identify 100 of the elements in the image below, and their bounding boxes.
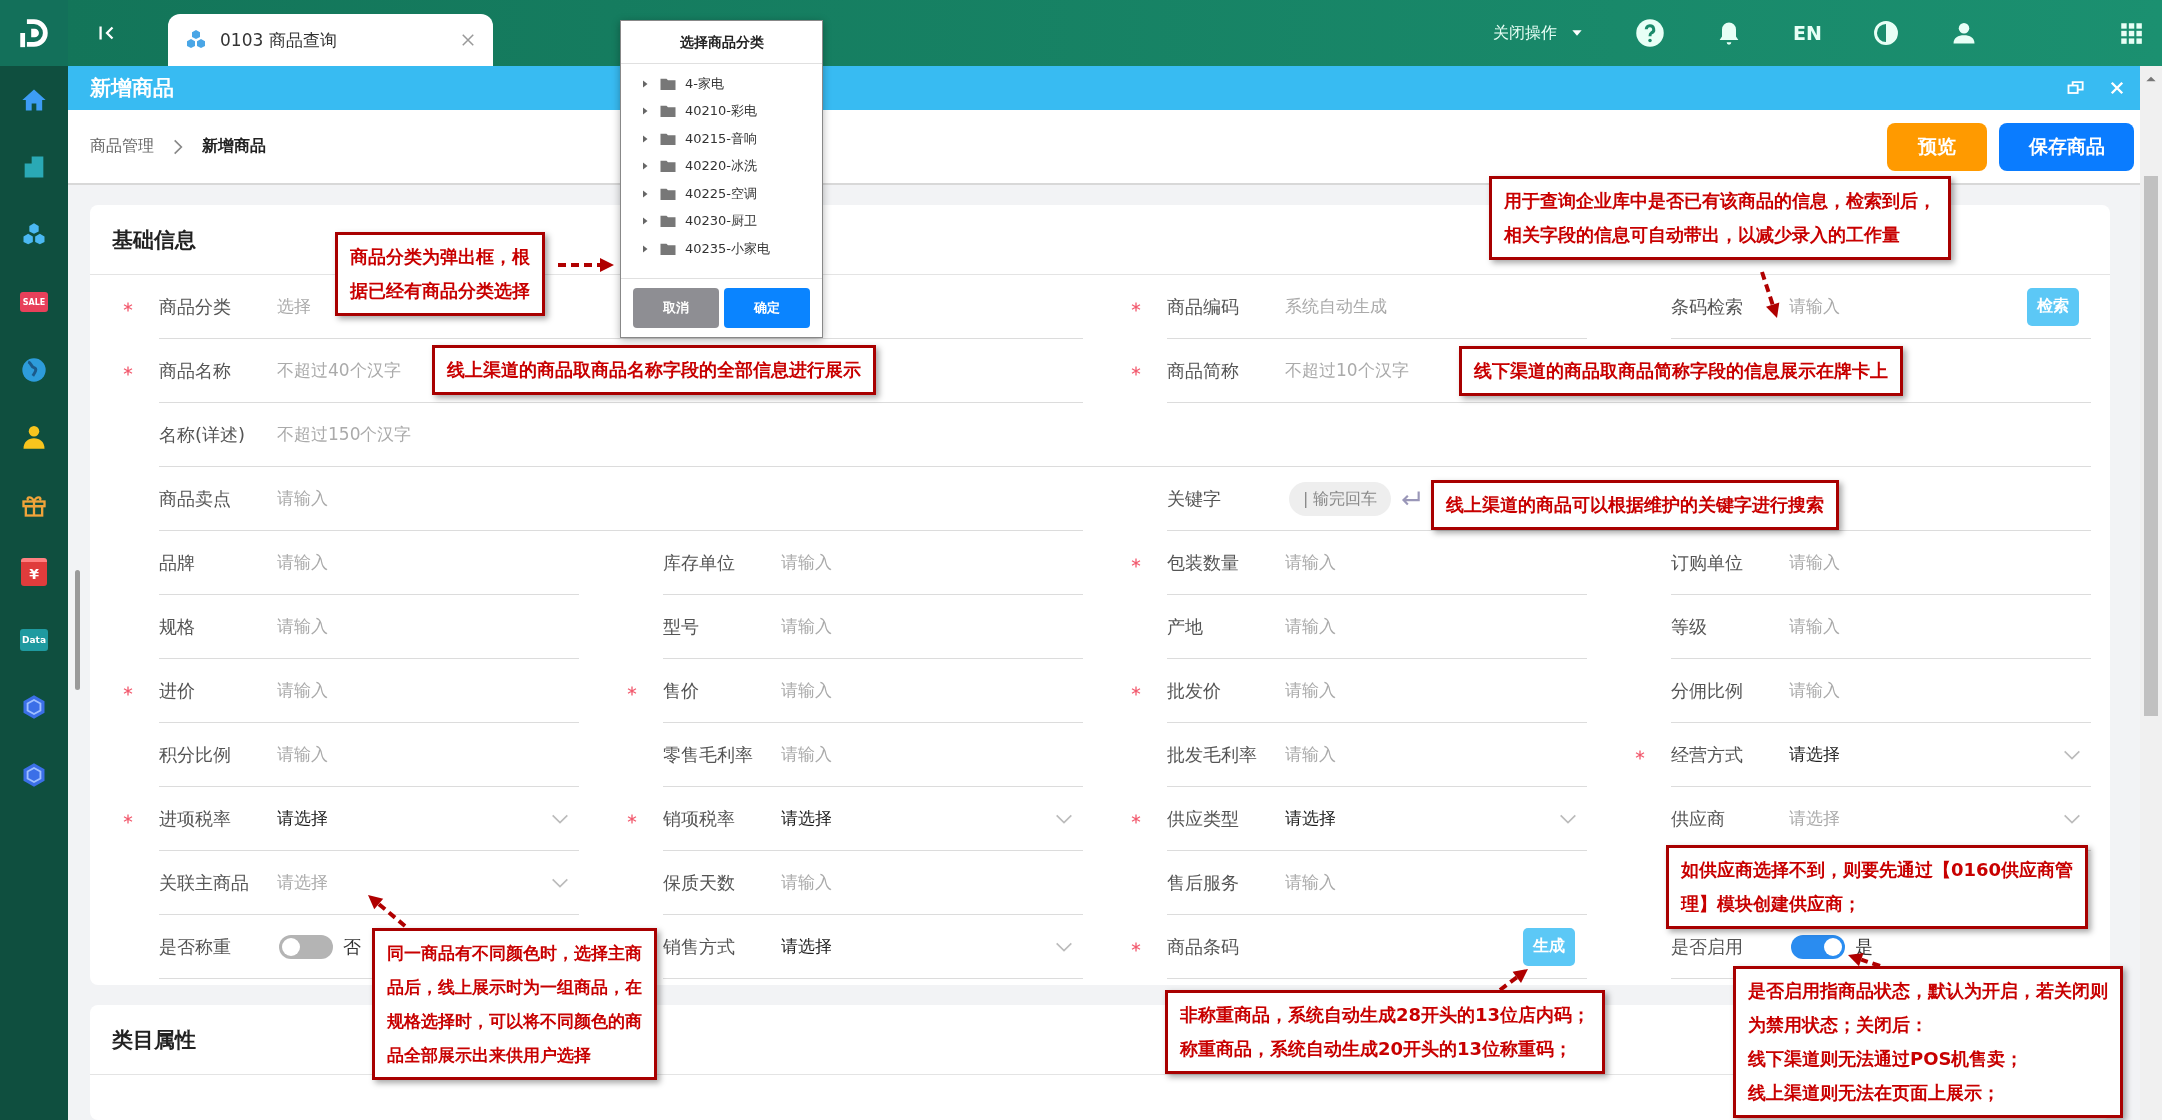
field-label: 包装数量 [1167,550,1239,575]
annotation-text: 是否启用指商品状态，默认为开启，若关闭则 [1748,979,2108,1003]
field-label: 售后服务 [1167,870,1239,895]
input-field[interactable]: 请输入 [277,743,328,766]
input-field[interactable]: 请输入 [1285,743,1336,766]
toggle-switch[interactable] [279,934,333,959]
field-label: 进价 [159,678,195,703]
input-field[interactable]: 请输入 [1789,679,1840,702]
input-field[interactable]: 请输入 [781,743,832,766]
input-field[interactable]: 请输入 [277,679,328,702]
input-field[interactable]: 请输入 [781,679,832,702]
input-field[interactable]: 请输入 [277,615,328,638]
cancel-button[interactable]: 取消 [633,288,719,328]
input-field[interactable]: 请输入 [1285,679,1336,702]
select-field[interactable]: 请选择 [781,935,1053,958]
field-label: 名称(详述) [159,422,246,447]
toggle-switch[interactable] [1791,934,1845,959]
input-field[interactable]: 请输入 [277,487,328,510]
input-field[interactable]: 请输入 [1789,615,1840,638]
field-label: 品牌 [159,550,195,575]
contrast-icon[interactable] [1872,19,1900,47]
input-field[interactable]: 请输入 [277,551,328,574]
scrollbar-thumb[interactable] [2144,176,2158,716]
annotation-text: 线上渠道的商品取商品名称字段的全部信息进行展示 [447,358,861,382]
tree-item[interactable]: 40210-彩电 [685,102,758,121]
field-label: 产地 [1167,614,1203,639]
input-field[interactable]: 请输入 [781,551,832,574]
annotation-text: 理】模块创建供应商； [1681,892,1862,916]
input-field[interactable]: 请输入 [781,871,832,894]
language-button[interactable]: EN [1793,22,1822,44]
tree-item[interactable]: 40230-厨卫 [685,212,758,231]
input-field[interactable]: 选择 [277,295,311,318]
select-field[interactable]: 请选择 [277,807,549,830]
select-field[interactable]: 请选择 [277,871,549,894]
tree-item[interactable]: 40225-空调 [685,184,758,203]
input-field[interactable]: 不超过150个汉字 [277,423,412,446]
save-button[interactable]: 保存商品 [1999,122,2134,171]
tab[interactable]: 0103 商品查询 [168,14,493,66]
globe-icon[interactable] [20,355,48,384]
input-field[interactable]: 不超过10个汉字 [1285,359,1409,382]
tree-item[interactable]: 40215-音响 [685,129,758,148]
annotation-text: 称重商品，系统自动生成20开头的13位称重码； [1180,1037,1574,1061]
input-field[interactable]: 系统自动生成 [1285,295,1387,318]
yuan-box-icon[interactable]: ¥ [21,558,47,587]
select-field[interactable]: 请选择 [1789,743,2061,766]
input-field[interactable]: 请输入 [1285,551,1336,574]
field-label: 商品简称 [1167,358,1239,383]
select-field[interactable]: 请选择 [1285,807,1557,830]
input-field[interactable]: 请输入 [1789,551,1840,574]
dialog-title: 选择商品分类 [621,21,822,64]
tree-item[interactable]: 40220-冰洗 [685,157,758,176]
annotation-text: 线下渠道的商品取商品简称字段的信息展示在牌卡上 [1474,359,1888,383]
field-label: 是否启用 [1671,934,1743,959]
annotation-text: 线下渠道则无法通过POS机售卖； [1748,1047,2025,1071]
field-label: 进项税率 [159,806,231,831]
annotation-text: 如供应商选择不到，则要先通过【0160供应商管 [1681,858,2074,882]
data-icon[interactable]: Data [20,628,48,651]
search-button[interactable]: 检索 [2027,287,2079,326]
input-field[interactable]: 请输入 [781,615,832,638]
close-menu[interactable]: 关闭操作 [1493,22,1586,44]
field-label: 关联主商品 [159,870,249,895]
field-label: 等级 [1671,614,1707,639]
section-title: 类目属性 [112,1026,196,1054]
close-icon[interactable] [459,31,477,49]
logo-icon[interactable] [17,16,51,50]
field-label: 经营方式 [1671,742,1743,767]
field-label: 商品名称 [159,358,231,383]
input-field[interactable]: 请输入 [1285,615,1336,638]
scrollbar-thumb[interactable] [75,570,80,690]
field-label: 关键字 [1167,486,1221,511]
leader-arrow [558,258,614,272]
breadcrumb-item[interactable]: 商品管理 [90,136,154,157]
tree-item[interactable]: 4-家电 [685,74,724,93]
tree-item[interactable]: 40235-小家电 [685,239,771,258]
annotation-text: 商品分类为弹出框，根 [350,245,530,269]
help-icon[interactable] [1635,18,1666,48]
input-field[interactable]: 请输入 [1789,295,2027,318]
generate-button[interactable]: 生成 [1523,927,1575,966]
preview-button[interactable]: 预览 [1887,122,1987,171]
keyword-field[interactable]: | 输完回车 [1289,481,1392,516]
sale-tag-icon[interactable]: SALE [20,292,48,313]
field-label: 商品卖点 [159,486,231,511]
annotation-text: 为禁用状态；关闭后： [1748,1013,1929,1037]
confirm-button[interactable]: 确定 [724,288,810,328]
scrollbar[interactable] [2140,66,2162,1120]
field-label: 批发毛利率 [1167,742,1257,767]
menu-label: 关闭操作 [1493,22,1558,44]
field-label: 批发价 [1167,678,1221,703]
input-field[interactable]: 请输入 [1285,871,1336,894]
annotation-text: 非称重商品，系统自动生成28开头的13位店内码； [1180,1003,1591,1027]
apps-grid-icon[interactable] [2118,20,2144,46]
annotation-text: 规格选择时，可以将不同颜色的商 [387,1010,642,1033]
input-field[interactable]: 不超过40个汉字 [277,359,401,382]
select-field[interactable]: 请选择 [781,807,1053,830]
close-icon[interactable] [2108,79,2126,97]
select-field[interactable]: 请选择 [1789,807,2061,830]
annotation-text: 同一商品有不同颜色时，选择主商 [387,942,642,965]
field-label: 保质天数 [663,870,735,895]
field-label: 条码检索 [1671,294,1743,319]
field-label: 零售毛利率 [663,742,753,767]
